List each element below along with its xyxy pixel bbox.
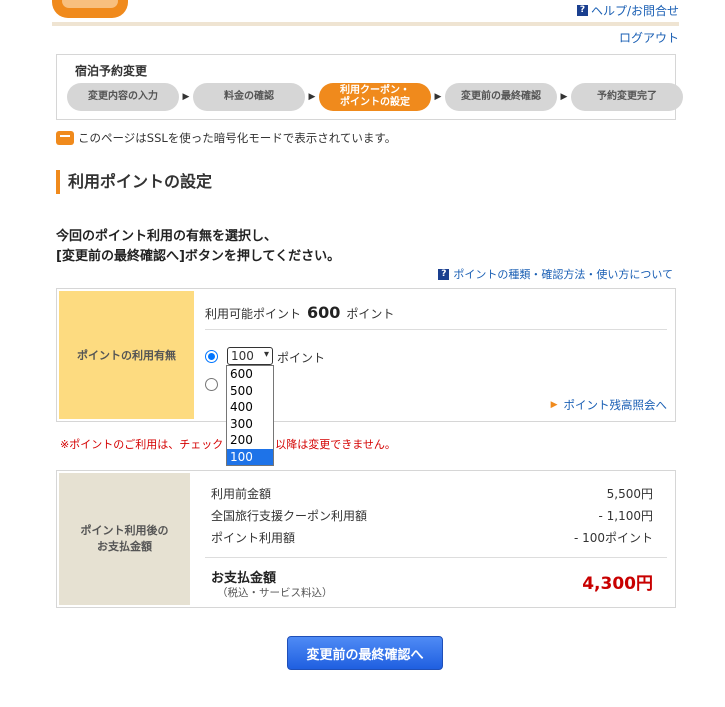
- ssl-notice-text: このページはSSLを使った暗号化モードで表示されています。: [78, 131, 397, 145]
- header-divider: [52, 22, 679, 26]
- site-logo[interactable]: [52, 0, 128, 18]
- instruction-line2: [変更前の最終確認へ]ボタンを押してください。: [56, 249, 341, 264]
- use-points-radio[interactable]: [205, 350, 218, 363]
- instruction-line1: 今回のポイント利用の有無を選択し、: [56, 229, 278, 244]
- point-usage-box: ポイントの利用有無 利用可能ポイント 600 ポイント 100 ▾ ポイント ▶…: [56, 288, 676, 422]
- steps-title: 宿泊予約変更: [75, 64, 148, 78]
- step-arrow-icon: ▶: [182, 92, 190, 102]
- chevron-down-icon: ▾: [263, 349, 269, 360]
- total-subnote: （税込・サービス料込）: [217, 587, 333, 599]
- payment-row: 利用前金額 5,500円: [211, 485, 653, 502]
- dropdown-option[interactable]: 500: [227, 383, 273, 400]
- help-icon: ?: [576, 5, 588, 16]
- payment-row-value: 5,500円: [606, 487, 653, 501]
- warning-head: ※ポイントのご利用は、チェック: [60, 438, 224, 451]
- payment-label-line1: ポイント利用後の: [80, 524, 169, 537]
- payment-row: ポイント利用額 - 100ポイント: [211, 529, 653, 546]
- dropdown-option-selected[interactable]: 100: [227, 448, 273, 465]
- section-title: 利用ポイントの設定: [56, 170, 212, 194]
- point-help-link[interactable]: ? ポイントの種類・確認方法・使い方について: [438, 266, 673, 282]
- available-suffix: ポイント: [346, 307, 395, 321]
- available-value: 600: [307, 303, 341, 322]
- total-value: 4,300円: [582, 574, 653, 594]
- dropdown-option[interactable]: 400: [227, 399, 273, 416]
- logout-link[interactable]: ログアウト: [619, 29, 679, 46]
- available-prefix: 利用可能ポイント: [205, 307, 302, 321]
- divider: [205, 557, 667, 558]
- no-points-radio[interactable]: [205, 378, 218, 391]
- instruction-text: 今回のポイント利用の有無を選択し、 [変更前の最終確認へ]ボタンを押してください…: [56, 227, 340, 267]
- point-balance-label: ポイント残高照会へ: [563, 398, 668, 412]
- help-label: ヘルプ/お問合せ: [590, 4, 679, 18]
- step-final-confirm: 変更前の最終確認: [445, 83, 557, 111]
- progress-steps: 宿泊予約変更 変更内容の入力 ▶ 料金の確認 ▶ 利用クーポン・ ポイントの設定…: [56, 54, 683, 120]
- final-confirm-button[interactable]: 変更前の最終確認へ: [287, 636, 443, 670]
- payment-row: 全国旅行支援クーポン利用額 - 1,100円: [211, 507, 653, 524]
- point-balance-link[interactable]: ▶ ポイント残高照会へ: [551, 397, 667, 413]
- dropdown-option[interactable]: 200: [227, 432, 273, 449]
- points-dropdown-list[interactable]: 600 500 400 300 200 100: [226, 365, 274, 466]
- payment-label-line2: お支払金額: [97, 540, 152, 553]
- key-icon: [56, 131, 74, 145]
- dropdown-option[interactable]: 600: [227, 366, 273, 383]
- payment-summary: ポイント利用後の お支払金額 利用前金額 5,500円 全国旅行支援クーポン利用…: [56, 470, 676, 608]
- step-input: 変更内容の入力: [67, 83, 179, 111]
- step-arrow-icon: ▶: [560, 92, 568, 102]
- payment-row-value: - 100ポイント: [573, 531, 653, 545]
- step-arrow-icon: ▶: [308, 92, 316, 102]
- payment-row-label: 全国旅行支援クーポン利用額: [211, 509, 368, 523]
- point-help-label: ポイントの種類・確認方法・使い方について: [453, 268, 673, 281]
- help-icon: ?: [438, 268, 450, 280]
- points-unit: ポイント: [277, 351, 326, 365]
- arrow-right-icon: ▶: [550, 400, 558, 410]
- available-points: 利用可能ポイント 600 ポイント: [205, 303, 394, 322]
- payment-row-value: - 1,100円: [598, 509, 654, 523]
- steps-row: 変更内容の入力 ▶ 料金の確認 ▶ 利用クーポン・ ポイントの設定 ▶ 変更前の…: [67, 83, 683, 111]
- ssl-notice: このページはSSLを使った暗号化モードで表示されています。: [56, 130, 396, 146]
- step-complete: 予約変更完了: [571, 83, 683, 111]
- point-usage-label: ポイントの利用有無: [59, 291, 194, 419]
- payment-label: ポイント利用後の お支払金額: [59, 473, 190, 605]
- divider: [205, 329, 667, 330]
- payment-row-label: ポイント利用額: [211, 531, 296, 545]
- step-arrow-icon: ▶: [434, 92, 442, 102]
- step-coupon-points: 利用クーポン・ ポイントの設定: [319, 83, 431, 111]
- help-link[interactable]: ? ヘルプ/お問合せ: [576, 2, 679, 19]
- points-select[interactable]: 100 ▾: [227, 347, 273, 365]
- payment-row-label: 利用前金額: [211, 487, 272, 501]
- total-label: お支払金額: [211, 571, 277, 586]
- warning-tail: 以降は変更できません。: [275, 438, 396, 451]
- points-select-value: 100: [231, 349, 254, 363]
- dropdown-option[interactable]: 300: [227, 416, 273, 433]
- step-price: 料金の確認: [193, 83, 305, 111]
